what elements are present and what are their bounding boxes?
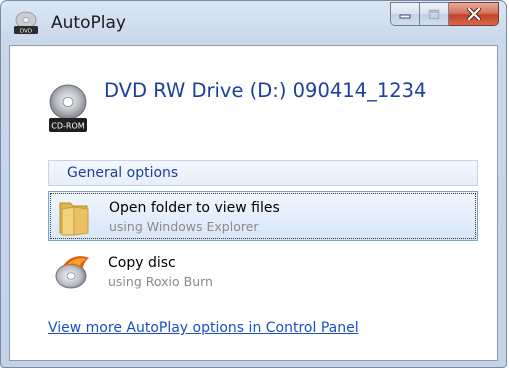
svg-text:DVD: DVD — [20, 29, 32, 35]
option-title: Open folder to view files — [109, 200, 280, 216]
option-subtitle: using Roxio Burn — [108, 274, 213, 289]
option-open-folder[interactable]: Open folder to view files using Windows … — [48, 191, 478, 241]
minimize-icon — [399, 14, 411, 19]
autoplay-window: DVD AutoPlay CD-ROM DVD RW Drive (D:) 09… — [0, 0, 507, 368]
close-icon — [466, 8, 481, 20]
svg-text:CD-ROM: CD-ROM — [51, 122, 84, 131]
option-title: Copy disc — [108, 255, 176, 271]
title-bar[interactable]: DVD AutoPlay — [1, 1, 506, 45]
folder-icon — [59, 202, 89, 236]
option-subtitle: using Windows Explorer — [109, 219, 259, 234]
more-autoplay-options-link[interactable]: View more AutoPlay options in Control Pa… — [48, 320, 359, 336]
maximize-icon — [428, 9, 440, 19]
autoplay-content: CD-ROM DVD RW Drive (D:) 090414_1234 Gen… — [9, 45, 498, 361]
minimize-button[interactable] — [390, 2, 420, 26]
maximize-button[interactable] — [420, 2, 449, 26]
section-label: General options — [67, 165, 179, 181]
window-title: AutoPlay — [51, 13, 126, 33]
cd-rom-label: CD-ROM — [51, 122, 84, 131]
cd-rom-drive-icon: CD-ROM — [49, 84, 87, 132]
section-header-general-options: General options — [48, 160, 478, 186]
caption-buttons — [390, 2, 499, 26]
disc-burn-icon — [55, 256, 89, 289]
autoplay-dvd-icon: DVD — [14, 11, 38, 35]
device-title: DVD RW Drive (D:) 090414_1234 — [104, 79, 427, 102]
option-copy-disc[interactable]: Copy disc using Roxio Burn — [48, 247, 478, 297]
close-button[interactable] — [449, 2, 499, 26]
